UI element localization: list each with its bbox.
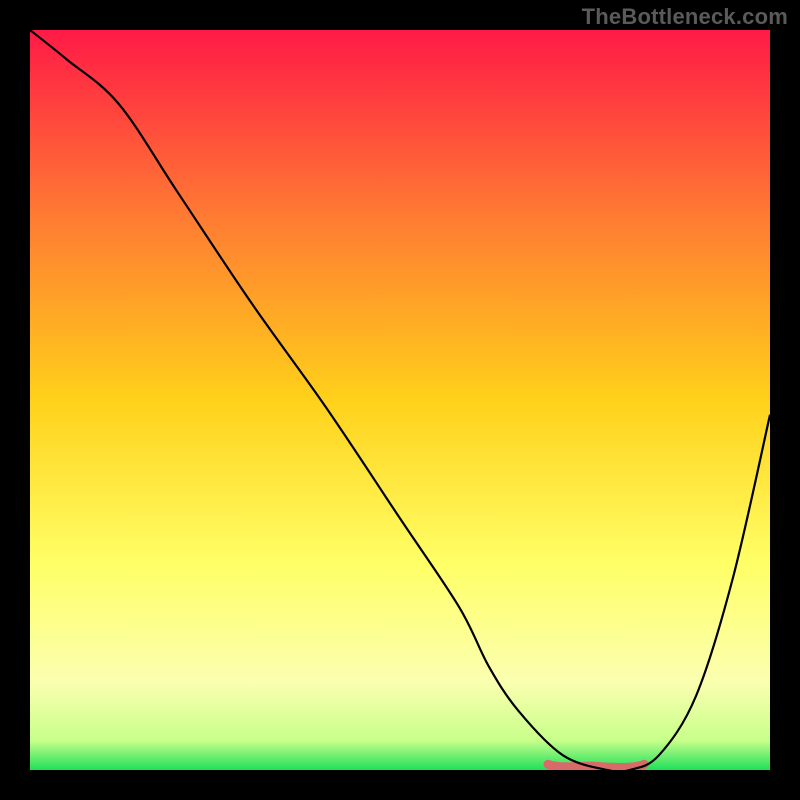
watermark-text: TheBottleneck.com xyxy=(582,4,788,30)
chart-svg xyxy=(30,30,770,770)
chart-root: TheBottleneck.com xyxy=(0,0,800,800)
plot-area xyxy=(30,30,770,770)
gradient-background xyxy=(30,30,770,770)
